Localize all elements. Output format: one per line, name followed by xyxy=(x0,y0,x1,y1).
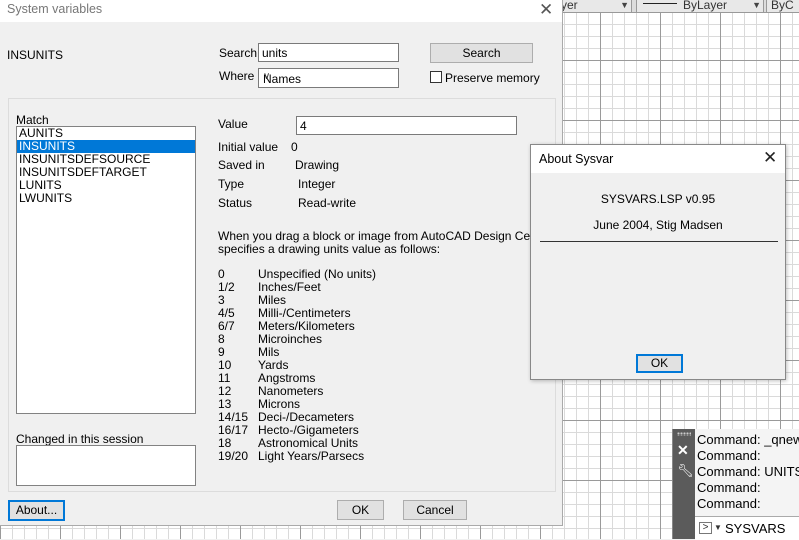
command-input-text: SYSVARS xyxy=(725,521,786,536)
status-value: Read-write xyxy=(298,196,357,210)
unit-name: Deci-/Decameters xyxy=(258,410,355,424)
command-history: Command: _qnew Command: Command: UNITS C… xyxy=(697,432,799,512)
lineweight-combo-text: ByC xyxy=(771,0,794,12)
linetype-combo[interactable]: ByLayer ▼ xyxy=(636,0,764,13)
about-titlebar[interactable]: About Sysvar ✕ xyxy=(531,145,785,173)
about-title: About Sysvar xyxy=(539,152,614,166)
chevron-down-icon: ∨ xyxy=(263,71,271,82)
type-value: Integer xyxy=(298,177,336,191)
search-button[interactable]: Search xyxy=(430,43,533,63)
command-window-grip[interactable]: ✕ 🔧︎ xyxy=(673,429,695,539)
description-line-1: When you drag a block or image from Auto… xyxy=(218,229,554,243)
grip-dots-icon[interactable] xyxy=(677,432,691,436)
unit-code: 19/20 xyxy=(218,449,249,463)
saved-in-value: Drawing xyxy=(295,158,340,172)
units-table-row: 19/20 Light Years/Parsecs xyxy=(218,450,376,463)
changed-label: Changed in this session xyxy=(16,432,144,446)
command-history-line: Command: UNITS xyxy=(697,464,799,479)
about-ok-button[interactable]: OK xyxy=(636,354,683,373)
search-label: Search xyxy=(219,46,258,60)
command-window: ✕ 🔧︎ Command: _qnew Command: Command: UN… xyxy=(672,429,799,540)
lineweight-combo[interactable]: ByC xyxy=(766,0,799,13)
command-history-line: Command: xyxy=(697,496,761,511)
units-table-row: 8 Microinches xyxy=(218,333,376,346)
unit-name: Light Years/Parsecs xyxy=(258,449,365,463)
close-icon[interactable]: ✕ xyxy=(677,442,689,459)
where-label: Where xyxy=(219,69,255,83)
unit-name: Microns xyxy=(258,397,301,411)
unit-name: Inches/Feet xyxy=(258,280,321,294)
cad-properties-toolbar: yer ▼ ByLayer ▼ ByC xyxy=(560,0,799,13)
preserve-memory-checkbox[interactable] xyxy=(430,71,442,83)
about-dialog: About Sysvar ✕ SYSVARS.LSP v0.95 June 20… xyxy=(530,144,786,380)
about-divider xyxy=(540,241,778,242)
cancel-button[interactable]: Cancel xyxy=(403,500,467,520)
dialog-titlebar[interactable]: System variables ✕ xyxy=(0,0,562,22)
unit-name: Microinches xyxy=(258,332,323,346)
match-label: Match xyxy=(16,113,49,127)
value-input[interactable] xyxy=(296,116,517,135)
description-line-2: specifies a drawing units value as follo… xyxy=(218,242,441,256)
preserve-memory-label[interactable]: Preserve memory xyxy=(445,71,540,85)
units-table-row: 9 Mils xyxy=(218,346,376,359)
search-input[interactable] xyxy=(258,43,399,62)
close-icon[interactable]: ✕ xyxy=(539,0,553,20)
value-label: Value xyxy=(218,117,248,131)
chevron-down-icon: ▼ xyxy=(752,0,761,10)
linetype-swatch xyxy=(643,3,677,4)
current-variable-name: INSUNITS xyxy=(7,48,64,62)
unit-name: Hecto-/Gigameters xyxy=(258,423,359,437)
chevron-down-icon[interactable]: ▼ xyxy=(714,523,722,532)
where-select[interactable]: Names ∨ xyxy=(258,68,399,88)
initial-value: 0 xyxy=(291,140,298,154)
command-history-line: Command: xyxy=(697,480,761,495)
units-table: 0 Unspecified (No units) 1/2 Inches/Feet 3 Mi… xyxy=(218,268,376,463)
unit-name: Yards xyxy=(258,358,289,372)
unit-name: Angstroms xyxy=(258,371,316,385)
match-list[interactable]: AUNITS INSUNITS INSUNITSDEFSOURCE INSUNI… xyxy=(16,126,196,414)
command-input[interactable]: > ▼ SYSVARS xyxy=(695,516,799,540)
ok-button[interactable]: OK xyxy=(337,500,384,520)
layer-combo[interactable]: yer ▼ xyxy=(560,0,632,13)
about-version: SYSVARS.LSP v0.95 xyxy=(600,192,716,206)
type-label: Type xyxy=(218,177,245,191)
changed-list[interactable] xyxy=(16,445,196,486)
close-icon[interactable]: ✕ xyxy=(763,148,777,168)
unit-name: Unspecified (No units) xyxy=(258,267,377,281)
initial-value-label: Initial value xyxy=(218,140,279,154)
command-history-line: Command: xyxy=(697,448,761,463)
wrench-icon[interactable]: 🔧︎ xyxy=(677,463,694,479)
units-table-row: 1/2 Inches/Feet xyxy=(218,281,376,294)
unit-name: Mils xyxy=(258,345,280,359)
chevron-down-icon: ▼ xyxy=(620,0,629,10)
system-variables-dialog: System variables ✕ INSUNITS Search Searc… xyxy=(0,0,563,526)
unit-name: Miles xyxy=(258,293,287,307)
command-history-line: Command: _qnew xyxy=(697,432,799,447)
layer-combo-text: yer xyxy=(561,0,578,12)
linetype-combo-text: ByLayer xyxy=(683,0,728,12)
about-button[interactable]: About... xyxy=(8,500,65,521)
status-label: Status xyxy=(218,196,253,210)
command-prompt-icon[interactable]: > xyxy=(699,522,712,534)
dialog-title: System variables xyxy=(7,2,103,16)
unit-name: Meters/Kilometers xyxy=(258,319,355,333)
unit-name: Milli-/Centimeters xyxy=(258,306,351,320)
unit-name: Nanometers xyxy=(258,384,324,398)
list-item[interactable]: LWUNITS xyxy=(17,192,195,205)
about-author: June 2004, Stig Madsen xyxy=(593,218,723,232)
saved-in-label: Saved in xyxy=(218,158,265,172)
unit-name: Astronomical Units xyxy=(258,436,359,450)
